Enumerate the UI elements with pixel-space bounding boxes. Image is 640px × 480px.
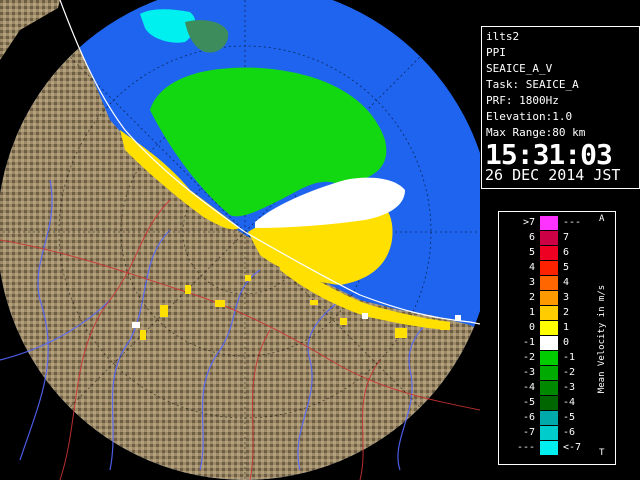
legend-row: 56 [499,246,615,260]
legend-row-upper-label: <-7 [563,442,582,453]
velocity-legend: >7 --- 6 7 5 6 4 5 3 4 2 3 1 2 0 1 -1 0 -2 -1 -3 -2 -4 -3 -5 -4 -6… [498,211,616,465]
legend-color-swatch [540,276,558,290]
legend-color-swatch [540,411,558,425]
legend-row-upper-label: -2 [563,367,576,378]
legend-color-swatch [540,381,558,395]
legend-row-lower-label: -6 [522,412,535,423]
legend-row-upper-label: 7 [563,232,570,243]
legend-row-lower-label: -1 [522,337,535,348]
legend-color-swatch [540,441,558,455]
legend-color-swatch [540,321,558,335]
legend-color-swatch [540,261,558,275]
legend-color-swatch [540,336,558,350]
legend-row-upper-label: 5 [563,262,570,273]
legend-row-upper-label: 4 [563,277,570,288]
product-type: PPI [486,46,506,59]
legend-row: -6 -5 [499,411,615,425]
legend-row-upper-label: -3 [563,382,576,393]
legend-row-lower-label: -3 [522,367,535,378]
legend-color-swatch [540,216,558,230]
legend-row-lower-label: -5 [522,397,535,408]
legend-row-upper-label: 1 [563,322,570,333]
legend-color-swatch [540,426,558,440]
legend-row-lower-label: >7 [522,217,535,228]
legend-color-swatch [540,306,558,320]
radar-info-panel: ilts2 PPI SEAICE_A_V Task: SEAICE_A PRF:… [481,26,640,189]
legend-row-upper-label: 2 [563,307,570,318]
legend-color-swatch [540,396,558,410]
legend-color-swatch [540,291,558,305]
legend-row-upper-label: --- [563,217,582,228]
legend-row-upper-label: 6 [563,247,570,258]
legend-row: --- <-7 [499,441,615,455]
prf-value: PRF: 1800Hz [486,94,559,107]
legend-unit: Mean Velocity in m/s [592,272,612,412]
site-name: ilts2 [486,30,520,43]
legend-row: 67 [499,231,615,245]
legend-row-lower-label: -2 [522,352,535,363]
legend-row-lower-label: 2 [528,292,535,303]
task-name: Task: SEAICE_A [486,78,579,91]
legend-corner-bottom: T [599,448,605,458]
scan-date: 26 DEC 2014 JST [485,166,621,184]
legend-corner-top: A [599,214,605,224]
radar-image [0,0,480,480]
legend-row-lower-label: 1 [528,307,535,318]
legend-row-lower-label: --- [516,442,535,453]
elevation-value: Elevation:1.0 [486,110,573,123]
legend-row-upper-label: -6 [563,427,576,438]
legend-row-lower-label: 4 [528,262,535,273]
product-name: SEAICE_A_V [486,62,553,75]
legend-unit-label: Mean Velocity in m/s [597,284,607,394]
legend-row-upper-label: -5 [563,412,576,423]
legend-color-swatch [540,246,558,260]
legend-row-lower-label: -7 [522,427,535,438]
legend-row-upper-label: 3 [563,292,570,303]
legend-row-lower-label: 5 [528,247,535,258]
legend-row: >7 --- [499,216,615,230]
legend-row-lower-label: 3 [528,277,535,288]
legend-color-swatch [540,351,558,365]
radar-ppi-map[interactable] [0,0,480,480]
legend-color-swatch [540,366,558,380]
legend-row-upper-label: -1 [563,352,576,363]
legend-row: -7 -6 [499,426,615,440]
legend-row-lower-label: -4 [522,382,535,393]
legend-row-upper-label: -4 [563,397,576,408]
legend-color-swatch [540,231,558,245]
legend-row-lower-label: 0 [528,322,535,333]
legend-row-upper-label: 0 [563,337,570,348]
legend-row-lower-label: 6 [528,232,535,243]
